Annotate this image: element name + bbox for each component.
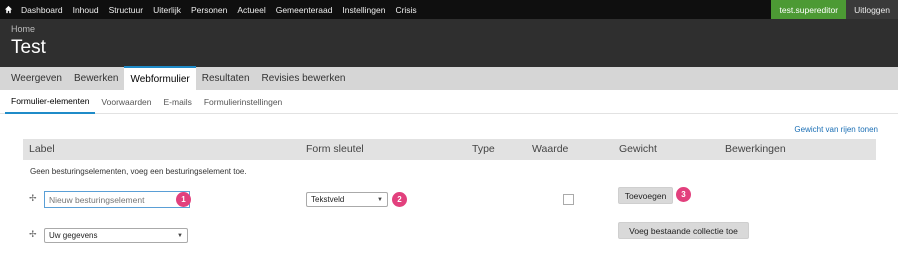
column-header-form-key: Form sleutel xyxy=(306,143,364,155)
subtab-e-mails[interactable]: E-mails xyxy=(158,90,198,114)
value-checkbox[interactable] xyxy=(563,194,574,205)
step-badge-3: 3 xyxy=(676,187,691,202)
column-header-operations: Bewerkingen xyxy=(725,143,786,155)
new-component-label-input[interactable] xyxy=(44,191,190,208)
show-row-weights-link[interactable]: Gewicht van rijen tonen xyxy=(794,125,878,134)
admin-menu: Dashboard Inhoud Structuur Uiterlijk Per… xyxy=(16,0,422,19)
column-header-type: Type xyxy=(472,143,495,155)
subtab-formulier-elementen[interactable]: Formulier-elementen xyxy=(5,90,96,114)
chevron-down-icon: ▼ xyxy=(177,232,183,239)
chevron-down-icon: ▼ xyxy=(377,196,383,203)
component-type-value: Tekstveld xyxy=(311,195,345,204)
logout-link[interactable]: Uitloggen xyxy=(846,0,898,19)
column-header-weight: Gewicht xyxy=(619,143,657,155)
tab-webformulier[interactable]: Webformulier xyxy=(124,66,196,90)
empty-table-message: Geen besturingselementen, voeg een bestu… xyxy=(30,167,247,176)
tab-weergeven[interactable]: Weergeven xyxy=(5,67,68,90)
column-header-label: Label xyxy=(29,143,55,155)
secondary-tabs: Formulier-elementen Voorwaarden E-mails … xyxy=(0,90,898,114)
primary-tabs: Weergeven Bewerken Webformulier Resultat… xyxy=(0,66,898,90)
column-header-value: Waarde xyxy=(532,143,569,155)
menu-item-personen[interactable]: Personen xyxy=(186,5,232,15)
admin-toolbar: Dashboard Inhoud Structuur Uiterlijk Per… xyxy=(0,0,898,19)
subtab-formulierinstellingen[interactable]: Formulierinstellingen xyxy=(198,90,288,114)
menu-item-inhoud[interactable]: Inhoud xyxy=(68,5,104,15)
menu-item-instellingen[interactable]: Instellingen xyxy=(337,5,390,15)
user-link[interactable]: test.supereditor xyxy=(771,0,847,19)
add-existing-collection-button[interactable]: Voeg bestaande collectie toe xyxy=(618,222,749,239)
menu-item-structuur[interactable]: Structuur xyxy=(104,5,149,15)
collection-select-value: Uw gegevens xyxy=(49,231,98,240)
menu-item-dashboard[interactable]: Dashboard xyxy=(16,5,68,15)
menu-item-gemeenteraad[interactable]: Gemeenteraad xyxy=(271,5,338,15)
breadcrumb[interactable]: Home xyxy=(11,24,887,35)
drag-handle-icon[interactable]: ✢ xyxy=(29,193,37,204)
step-badge-1: 1 xyxy=(176,192,191,207)
tab-bewerken[interactable]: Bewerken xyxy=(68,67,124,90)
home-icon[interactable] xyxy=(0,0,16,19)
step-badge-2: 2 xyxy=(392,192,407,207)
subtab-voorwaarden[interactable]: Voorwaarden xyxy=(95,90,157,114)
add-button[interactable]: Toevoegen xyxy=(618,187,673,204)
menu-item-actueel[interactable]: Actueel xyxy=(232,5,270,15)
tab-resultaten[interactable]: Resultaten xyxy=(196,67,256,90)
drag-handle-icon[interactable]: ✢ xyxy=(29,229,37,240)
component-type-select[interactable]: Tekstveld ▼ xyxy=(306,192,388,207)
collection-select[interactable]: Uw gegevens ▼ xyxy=(44,228,188,243)
menu-item-crisis[interactable]: Crisis xyxy=(390,5,421,15)
table-header: Label Form sleutel Type Waarde Gewicht B… xyxy=(23,139,876,160)
page-header: Home Test xyxy=(0,19,898,67)
menu-item-uiterlijk[interactable]: Uiterlijk xyxy=(148,5,186,15)
page-title: Test xyxy=(11,37,46,58)
tab-revisies-bewerken[interactable]: Revisies bewerken xyxy=(256,67,352,90)
